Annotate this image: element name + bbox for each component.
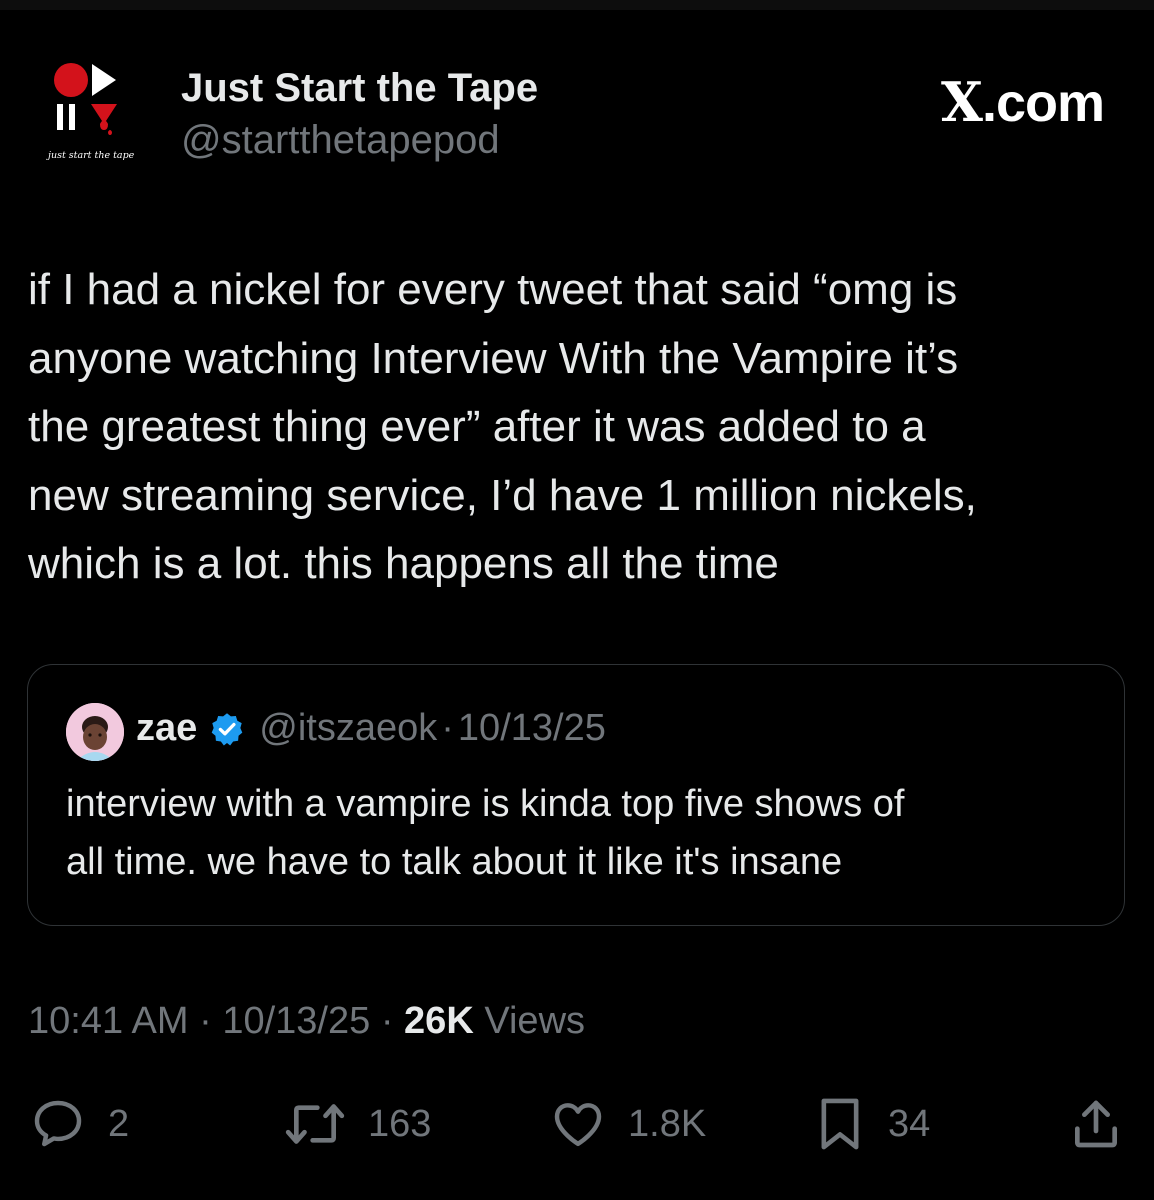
share-button[interactable] <box>1068 1094 1124 1154</box>
quoted-tweet-card[interactable]: zae @itszaeok · 10/13/25 interview with a … <box>27 664 1125 926</box>
views-count: 26K <box>404 1000 474 1042</box>
logo-caption: just start the tape <box>46 150 135 161</box>
verified-badge-icon[interactable] <box>209 711 245 747</box>
tweet-text-line: if I had a nickel for every tweet that s… <box>28 265 958 314</box>
repost-icon <box>285 1104 345 1144</box>
play-logo-icon: just start the tape <box>46 63 135 161</box>
tweet-date[interactable]: 10/13/25 <box>222 1000 370 1042</box>
quoted-text-line: all time. we have to talk about it like … <box>66 841 843 883</box>
tweet-text-line: anyone watching Interview With the Vampi… <box>28 333 959 383</box>
bookmark-count: 34 <box>888 1102 931 1145</box>
reply-count: 2 <box>108 1102 130 1145</box>
account-name[interactable]: Just Start the Tape <box>181 66 538 111</box>
like-count: 1.8K <box>628 1102 707 1145</box>
views-label: Views <box>484 1000 586 1042</box>
meta-separator: · <box>380 1000 394 1042</box>
reply-icon <box>34 1100 82 1147</box>
like-icon <box>554 1103 602 1147</box>
meta-separator: · <box>199 1000 212 1042</box>
tweet-time[interactable]: 10:41 AM <box>28 1000 189 1042</box>
account-handle[interactable]: @startthetapepod <box>181 118 500 163</box>
quoted-separator: · <box>441 707 454 749</box>
repost-button[interactable]: 163 <box>282 1094 431 1154</box>
site-label-suffix: .com <box>981 73 1105 133</box>
quoted-header: zae @itszaeok · 10/13/25 <box>136 707 606 750</box>
tweet-text: if I had a nickel for every tweet that s… <box>28 256 1128 599</box>
quoted-avatar[interactable] <box>66 703 124 761</box>
quoted-date[interactable]: 10/13/25 <box>458 707 606 750</box>
tweet-meta: 10:41 AM · 10/13/25 · 26K Views <box>28 1000 585 1043</box>
tweet-text-line: the greatest thing ever” after it was ad… <box>28 402 926 451</box>
person-avatar-icon <box>66 703 124 761</box>
share-icon <box>1075 1100 1117 1148</box>
tweet-text-line: which is a lot. this happens all the tim… <box>28 539 779 588</box>
reply-button[interactable]: 2 <box>28 1094 129 1154</box>
site-label-x: X <box>941 70 983 134</box>
repost-count: 163 <box>368 1102 432 1145</box>
quoted-text: interview with a vampire is kinda top fi… <box>66 775 1096 891</box>
tweet-text-line: new streaming service, I’d have 1 millio… <box>28 470 977 520</box>
like-button[interactable]: 1.8K <box>548 1094 706 1154</box>
quoted-text-line: interview with a vampire is kinda top fi… <box>66 783 905 825</box>
site-label: X.com <box>941 70 1105 134</box>
top-strip <box>0 0 1154 10</box>
quoted-name[interactable]: zae <box>136 707 197 750</box>
account-avatar[interactable]: just start the tape <box>40 58 150 168</box>
bookmark-button[interactable]: 34 <box>812 1094 930 1154</box>
bookmark-icon <box>821 1098 859 1150</box>
quoted-handle[interactable]: @itszaeok <box>259 707 437 750</box>
